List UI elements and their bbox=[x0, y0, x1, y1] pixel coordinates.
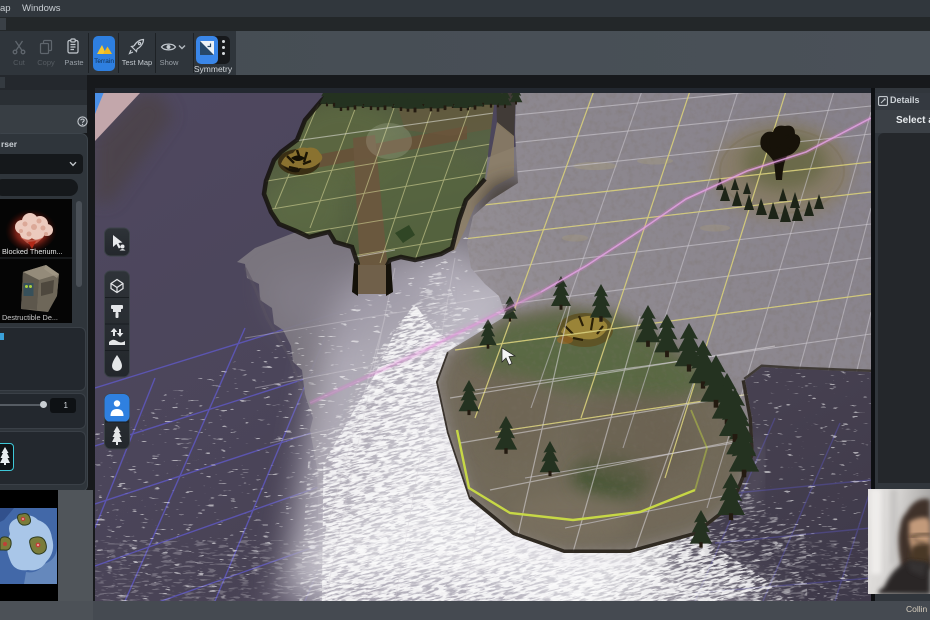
svg-text:Destructible De...: Destructible De... bbox=[2, 313, 58, 322]
svg-text:Blocked Therium...: Blocked Therium... bbox=[2, 247, 63, 256]
